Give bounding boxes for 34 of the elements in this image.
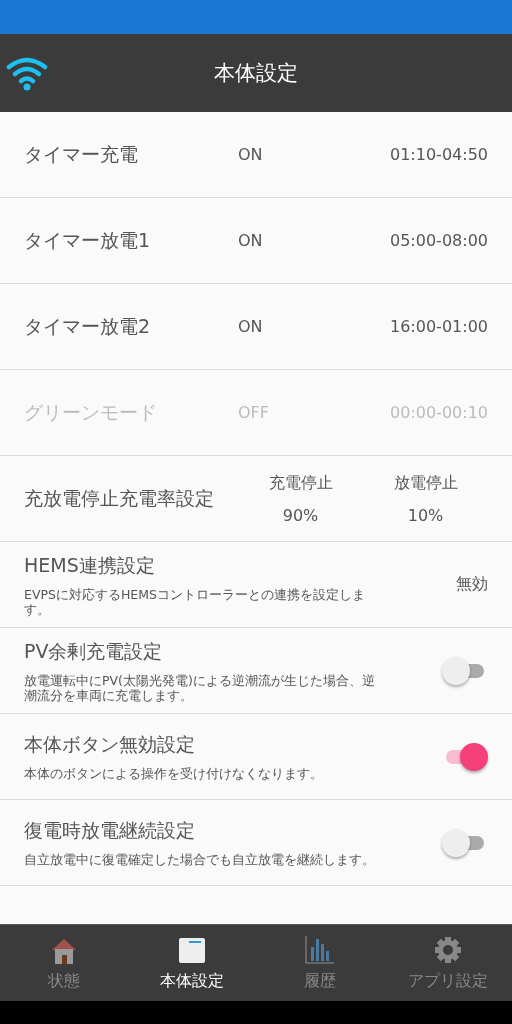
timer-status: ON bbox=[238, 317, 264, 336]
setting-name: 充放電停止充電率設定 bbox=[24, 485, 215, 511]
setting-name: タイマー放電2 bbox=[24, 313, 152, 339]
column-label: 放電停止 bbox=[393, 472, 458, 494]
nav-tab[interactable]: アプリ設定 bbox=[384, 925, 512, 1001]
nav-tab[interactable]: 状態 bbox=[0, 925, 128, 1001]
settings-icon bbox=[433, 934, 463, 965]
timer-time: 01:10-04:50 bbox=[390, 145, 488, 164]
setting-name: タイマー放電1 bbox=[24, 227, 152, 253]
timer-status: ON bbox=[238, 231, 264, 250]
column-label: 充電停止 bbox=[268, 472, 333, 494]
timer-status: OFF bbox=[238, 403, 270, 422]
timer-time: 16:00-01:00 bbox=[390, 317, 488, 336]
setting-description: 自立放電中に復電確定した場合でも自立放電を継続します。 bbox=[24, 852, 376, 867]
bar-chart-icon bbox=[305, 934, 335, 965]
setting-name: HEMS連携設定 bbox=[24, 552, 156, 578]
setting-name: PV余剰充電設定 bbox=[24, 638, 164, 664]
rate-value: 90% bbox=[282, 505, 319, 525]
timer-status: ON bbox=[238, 145, 264, 164]
setting-name: 復電時放電継続設定 bbox=[24, 818, 196, 843]
setting-description: EVPSに対応するHEMSコントローラーとの連携を設定します。 bbox=[24, 586, 366, 617]
setting-description: 本体のボタンによる操作を受け付けなくなります。 bbox=[24, 766, 324, 781]
setting-value: 無効 bbox=[456, 574, 488, 595]
page-title: 本体設定 bbox=[214, 60, 298, 87]
setting-description: 放電運転中にPV(太陽光発電)による逆潮流が生じた場合、逆潮流分を車両に充電します。 bbox=[24, 672, 376, 703]
setting-name: タイマー充電 bbox=[24, 141, 139, 167]
timer-time: 00:00-00:10 bbox=[390, 403, 488, 422]
nav-tab[interactable]: 履歴 bbox=[256, 925, 384, 1001]
rate-value: 10% bbox=[407, 505, 444, 525]
setting-name: グリーンモード bbox=[24, 399, 158, 425]
wifi-icon bbox=[6, 56, 48, 92]
timer-time: 05:00-08:00 bbox=[390, 231, 488, 250]
setting-name: 本体ボタン無効設定 bbox=[24, 732, 196, 757]
nav-tab[interactable]: 本体設定 bbox=[128, 925, 256, 1001]
